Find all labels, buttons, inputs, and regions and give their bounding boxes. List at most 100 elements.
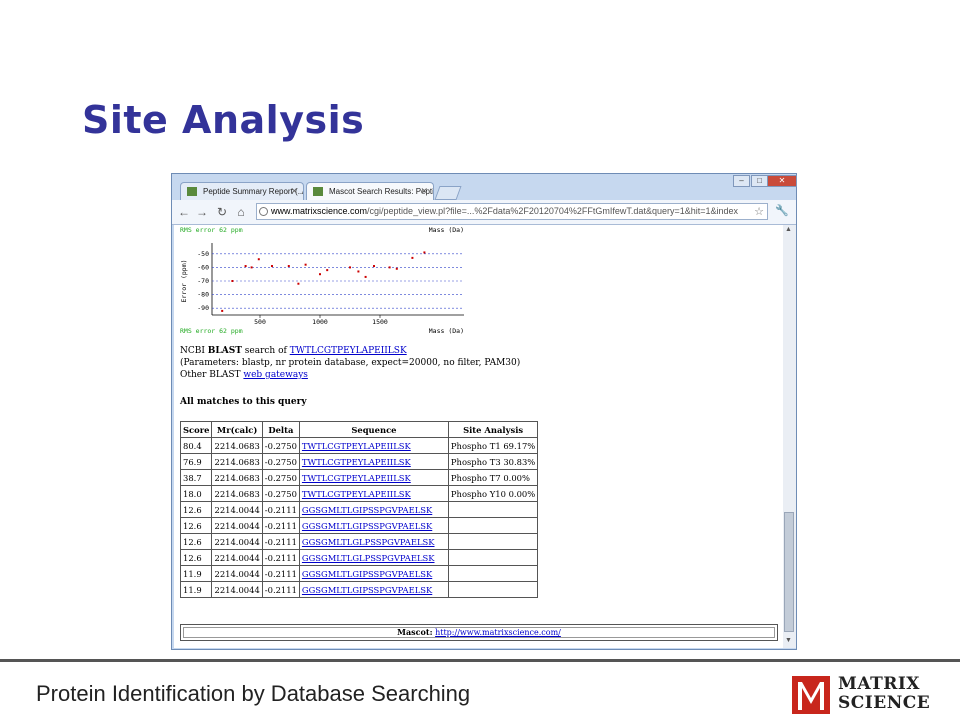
x-tick-label: 500 bbox=[254, 318, 266, 326]
mr-calc-cell: 2214.0683 bbox=[211, 469, 263, 486]
rms-label-bottom: RMS error 62 ppm bbox=[180, 327, 243, 335]
page-viewport: RMS error 62 ppm Mass (Da) RMS error 62 pp… bbox=[174, 225, 783, 648]
blast-mid: search of bbox=[241, 346, 290, 356]
address-bar[interactable]: www.matrixscience.com/cgi/peptide_view.p… bbox=[256, 203, 768, 220]
blast-sequence-link[interactable]: TWTLCGTPEYLAPEIILSK bbox=[290, 346, 407, 356]
reload-icon[interactable]: ↻ bbox=[214, 204, 230, 220]
mascot-footer-box: Mascot: http://www.matrixscience.com/ bbox=[180, 624, 778, 641]
close-icon[interactable]: ✕ bbox=[290, 186, 298, 197]
minimize-button[interactable]: – bbox=[733, 175, 750, 187]
back-arrow-icon[interactable]: ← bbox=[176, 204, 192, 220]
sequence-link[interactable]: GGSGMLTLGLPSSPGVPAELSK bbox=[302, 537, 435, 547]
globe-icon bbox=[259, 207, 268, 216]
footer-divider bbox=[0, 659, 960, 662]
score-cell: 11.9 bbox=[179, 581, 213, 598]
logo-text: MATRIX SCIENCE bbox=[838, 675, 930, 713]
score-cell: 18.0 bbox=[179, 485, 213, 502]
site-analysis-cell: Phospho T7 0.00% bbox=[447, 469, 539, 486]
table-header-row: Score Mr(calc) Delta Sequence Site Analy… bbox=[179, 421, 539, 438]
tab-mascot-results[interactable]: Mascot Search Results: Pepti ✕ bbox=[306, 182, 434, 200]
scroll-down-icon[interactable]: ▼ bbox=[785, 637, 792, 644]
data-point bbox=[319, 273, 321, 276]
scroll-up-icon[interactable]: ▲ bbox=[785, 226, 792, 233]
other-blast-text: Other BLAST bbox=[180, 370, 244, 380]
tab-peptide-summary[interactable]: Peptide Summary Report (../c ✕ bbox=[180, 182, 304, 200]
data-point bbox=[244, 265, 247, 268]
scrollbar-thumb[interactable] bbox=[784, 512, 794, 632]
delta-cell: -0.2750 bbox=[261, 469, 300, 486]
site-analysis-cell bbox=[447, 549, 539, 566]
vertical-scrollbar[interactable]: ▲ ▼ bbox=[783, 225, 796, 648]
home-icon[interactable]: ⌂ bbox=[233, 204, 249, 220]
close-icon[interactable]: ✕ bbox=[420, 186, 428, 197]
sequence-link[interactable]: GGSGMLTLGIPSSPGVPAELSK bbox=[302, 585, 432, 595]
bookmark-star-icon[interactable]: ☆ bbox=[754, 205, 764, 218]
delta-cell: -0.2111 bbox=[261, 517, 300, 534]
new-tab-button[interactable] bbox=[434, 186, 462, 200]
data-point bbox=[257, 258, 260, 261]
data-point bbox=[357, 270, 360, 273]
matches-table: Score Mr(calc) Delta Sequence Site Analy… bbox=[179, 421, 539, 598]
sequence-link[interactable]: TWTLCGTPEYLAPEIILSK bbox=[302, 457, 411, 467]
browser-window: Peptide Summary Report (../c ✕ Mascot Se… bbox=[171, 173, 797, 650]
web-gateways-link[interactable]: web gateways bbox=[243, 370, 308, 380]
score-cell: 11.9 bbox=[179, 565, 213, 582]
data-point bbox=[250, 266, 253, 269]
table-row: 38.7 2214.0683 -0.2750 TWTLCGTPEYLAPEIILSK P… bbox=[179, 469, 539, 486]
forward-arrow-icon[interactable]: → bbox=[194, 204, 210, 220]
y-tick-label: -60 bbox=[197, 263, 209, 271]
sequence-cell: TWTLCGTPEYLAPEIILSK bbox=[298, 437, 449, 454]
sequence-link[interactable]: GGSGMLTLGIPSSPGVPAELSK bbox=[302, 505, 432, 515]
matches-heading: All matches to this query bbox=[180, 397, 307, 407]
data-point bbox=[388, 266, 391, 269]
mr-calc-cell: 2214.0044 bbox=[211, 501, 263, 518]
score-cell: 80.4 bbox=[179, 437, 213, 454]
mr-calc-cell: 2214.0044 bbox=[211, 533, 263, 550]
data-point bbox=[304, 263, 307, 266]
data-point bbox=[231, 280, 234, 282]
score-cell: 12.6 bbox=[179, 517, 213, 534]
mr-calc-cell: 2214.0044 bbox=[211, 549, 263, 566]
sequence-cell: GGSGMLTLGLPSSPGVPAELSK bbox=[298, 549, 449, 566]
header-score: Score bbox=[179, 421, 213, 438]
site-analysis-cell bbox=[447, 533, 539, 550]
favicon-icon bbox=[313, 187, 323, 196]
favicon-icon bbox=[187, 187, 197, 196]
table-row: 12.6 2214.0044 -0.2111 GGSGMLTLGLPSSPGVPAEL… bbox=[179, 533, 539, 550]
table-row: 11.9 2214.0044 -0.2111 GGSGMLTLGIPSSPGVPAEL… bbox=[179, 581, 539, 598]
mr-calc-cell: 2214.0044 bbox=[211, 581, 263, 598]
slide-title: Site Analysis bbox=[82, 98, 365, 142]
sequence-link[interactable]: TWTLCGTPEYLAPEIILSK bbox=[302, 473, 411, 483]
logo-line-1: MATRIX bbox=[838, 674, 920, 694]
tab-label: Peptide Summary Report (../c bbox=[203, 187, 304, 196]
data-point bbox=[326, 269, 329, 272]
sequence-link[interactable]: GGSGMLTLGIPSSPGVPAELSK bbox=[302, 569, 432, 579]
data-point bbox=[395, 267, 398, 270]
blast-params: (Parameters: blastp, nr protein database… bbox=[180, 358, 521, 368]
wrench-icon[interactable]: 🔧 bbox=[775, 204, 789, 217]
close-window-button[interactable]: ✕ bbox=[767, 175, 797, 187]
mass-error-plot: RMS error 62 ppm Mass (Da) RMS error 62 pp… bbox=[180, 226, 464, 335]
table-row: 12.6 2214.0044 -0.2111 GGSGMLTLGIPSSPGVPAEL… bbox=[179, 517, 539, 534]
table-row: 18.0 2214.0683 -0.2750 TWTLCGTPEYLAPEIILSK P… bbox=[179, 485, 539, 502]
sequence-cell: GGSGMLTLGLPSSPGVPAELSK bbox=[298, 533, 449, 550]
rms-label-top: RMS error 62 ppm bbox=[180, 226, 243, 234]
data-point bbox=[221, 309, 224, 312]
data-point bbox=[287, 265, 290, 268]
maximize-button[interactable]: □ bbox=[751, 175, 768, 187]
sequence-cell: GGSGMLTLGIPSSPGVPAELSK bbox=[298, 581, 449, 598]
site-analysis-cell: Phospho T1 69.17% bbox=[447, 437, 539, 454]
blast-prefix: NCBI bbox=[180, 346, 208, 356]
data-point bbox=[349, 266, 351, 269]
site-analysis-cell bbox=[447, 565, 539, 582]
sequence-cell: TWTLCGTPEYLAPEIILSK bbox=[298, 453, 449, 470]
delta-cell: -0.2750 bbox=[261, 437, 300, 454]
mass-label-top: Mass (Da) bbox=[429, 226, 464, 234]
sequence-link[interactable]: GGSGMLTLGIPSSPGVPAELSK bbox=[302, 521, 432, 531]
sequence-link[interactable]: TWTLCGTPEYLAPEIILSK bbox=[302, 441, 411, 451]
sequence-link[interactable]: GGSGMLTLGLPSSPGVPAELSK bbox=[302, 553, 435, 563]
mr-calc-cell: 2214.0044 bbox=[211, 565, 263, 582]
site-analysis-cell: Phospho Y10 0.00% bbox=[447, 485, 539, 502]
sequence-link[interactable]: TWTLCGTPEYLAPEIILSK bbox=[302, 489, 411, 499]
logo-line-2: SCIENCE bbox=[838, 693, 931, 713]
